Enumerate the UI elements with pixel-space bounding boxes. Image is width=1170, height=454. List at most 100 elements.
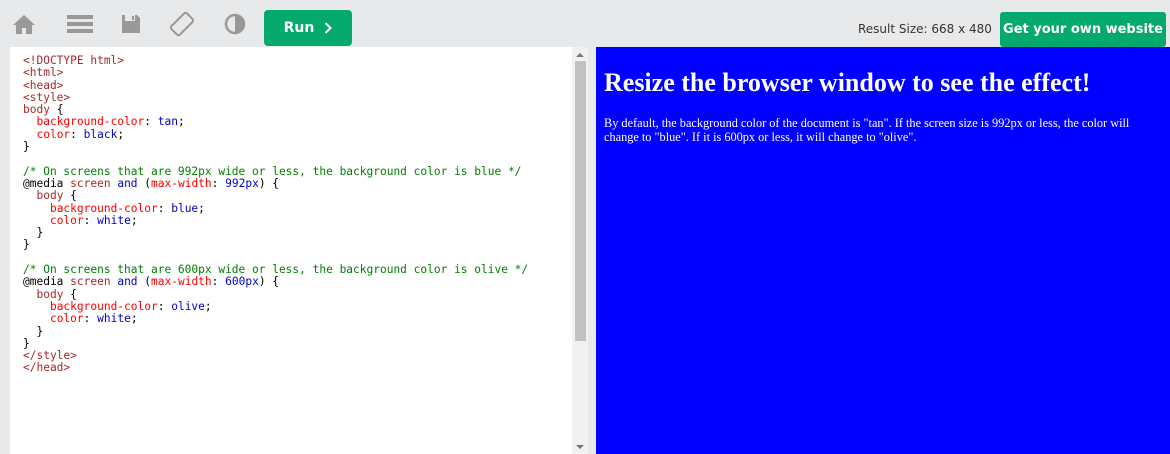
theme-icon[interactable] [220, 11, 250, 37]
code-token: max-width [151, 176, 212, 190]
code-token: screen [70, 275, 111, 289]
scroll-up-icon[interactable] [576, 51, 584, 59]
code-editor[interactable]: <!DOCTYPE html> <html> <head> <style> body {… [10, 47, 572, 454]
code-content[interactable]: <!DOCTYPE html> <html> <head> <style> body {… [23, 54, 529, 375]
code-token: 600px [225, 275, 259, 289]
code-token: background-color [36, 115, 145, 129]
code-line: @media screen and (max-width: 600px) { [23, 276, 528, 288]
code-token: color [49, 312, 84, 326]
save-icon[interactable] [116, 11, 146, 37]
code-line: <style> [23, 90, 528, 104]
code-token: color [36, 127, 71, 141]
code-token: body [36, 189, 64, 203]
code-line: <html> [23, 67, 528, 79]
code-token: @media [23, 176, 71, 190]
code-token: /* On screens that are 600px wide or les… [23, 263, 529, 277]
code-token: } [23, 238, 30, 252]
code-token: @media [23, 275, 71, 289]
rotate-icon[interactable] [167, 11, 197, 37]
code-token: ( [137, 275, 152, 289]
code-token: max-width [151, 275, 212, 289]
home-icon[interactable] [9, 11, 39, 37]
code-token: body [23, 103, 50, 117]
code-token: background-color [49, 201, 158, 215]
result-size-label: Result Size: 668 x 480 [858, 22, 992, 36]
code-token: body [36, 287, 64, 301]
get-website-button[interactable]: Get your own website [1000, 12, 1166, 47]
code-token: and [117, 176, 138, 190]
code-token: } [23, 336, 30, 350]
code-token: color [49, 213, 84, 227]
code-token: olive [171, 299, 205, 313]
code-token: background-color [49, 299, 158, 313]
code-line: </head> [23, 362, 528, 374]
code-token: ) { [258, 176, 280, 190]
run-button[interactable]: Run [264, 10, 352, 46]
scroll-down-icon[interactable] [576, 443, 584, 451]
result-paragraph: By default, the background color of the … [604, 116, 1130, 144]
pane-divider[interactable] [588, 47, 596, 454]
code-token: ; [130, 312, 138, 326]
code-token: { [63, 189, 77, 203]
code-token: white [97, 213, 131, 227]
code-token: /* On screens that are 992px wide or les… [23, 164, 522, 178]
code-token: and [117, 275, 138, 289]
code-token: ; [130, 213, 138, 227]
code-token: screen [70, 176, 111, 190]
code-token: } [23, 324, 44, 338]
result-pane: Resize the browser window to see the eff… [596, 47, 1170, 454]
code-line: } [23, 324, 528, 338]
editor-scrollbar[interactable] [572, 47, 588, 454]
code-line: <!DOCTYPE html> [23, 54, 528, 67]
code-token: </style> [23, 349, 77, 363]
code-token: white [97, 312, 131, 326]
code-line: <head> [23, 78, 528, 92]
code-token: ; [204, 299, 212, 313]
chevron-right-icon [325, 22, 333, 34]
code-token: : [157, 299, 172, 313]
code-line: } [23, 336, 528, 350]
code-token: : [211, 275, 226, 289]
code-token: <head> [23, 78, 64, 92]
code-token: { [49, 103, 64, 117]
code-token: black [83, 127, 118, 141]
code-token: : [144, 115, 158, 129]
code-token: ) { [258, 275, 280, 289]
menu-icon[interactable] [65, 11, 95, 37]
code-token: } [23, 226, 44, 240]
code-line: </style> [23, 349, 528, 363]
code-token: <html> [23, 66, 64, 80]
toolbar: Run Result Size: 668 x 480 Get your own … [0, 0, 1170, 47]
code-line: } [23, 227, 528, 239]
code-token: tan [157, 115, 178, 129]
code-token: ; [198, 201, 205, 215]
code-line: @media screen and (max-width: 992px) { [23, 176, 528, 190]
code-token: <!DOCTYPE html> [23, 54, 125, 67]
code-token: : [70, 127, 84, 141]
code-token: ( [137, 176, 152, 190]
code-token: { [63, 287, 77, 301]
code-token: </head> [23, 361, 71, 375]
code-token: } [23, 140, 30, 154]
code-token: : [211, 176, 226, 190]
code-line: } [23, 140, 528, 154]
code-token: : [83, 312, 98, 326]
code-line: color: black; [23, 127, 528, 141]
code-token: blue [171, 201, 199, 215]
code-token: : [83, 213, 98, 227]
code-line: color: white; [23, 213, 528, 227]
code-token: <style> [23, 90, 71, 104]
result-heading: Resize the browser window to see the eff… [604, 68, 1091, 97]
scrollbar-thumb[interactable] [575, 61, 586, 341]
code-token: ; [177, 115, 185, 129]
code-token: 992px [225, 176, 259, 190]
code-line: color: white; [23, 313, 528, 325]
